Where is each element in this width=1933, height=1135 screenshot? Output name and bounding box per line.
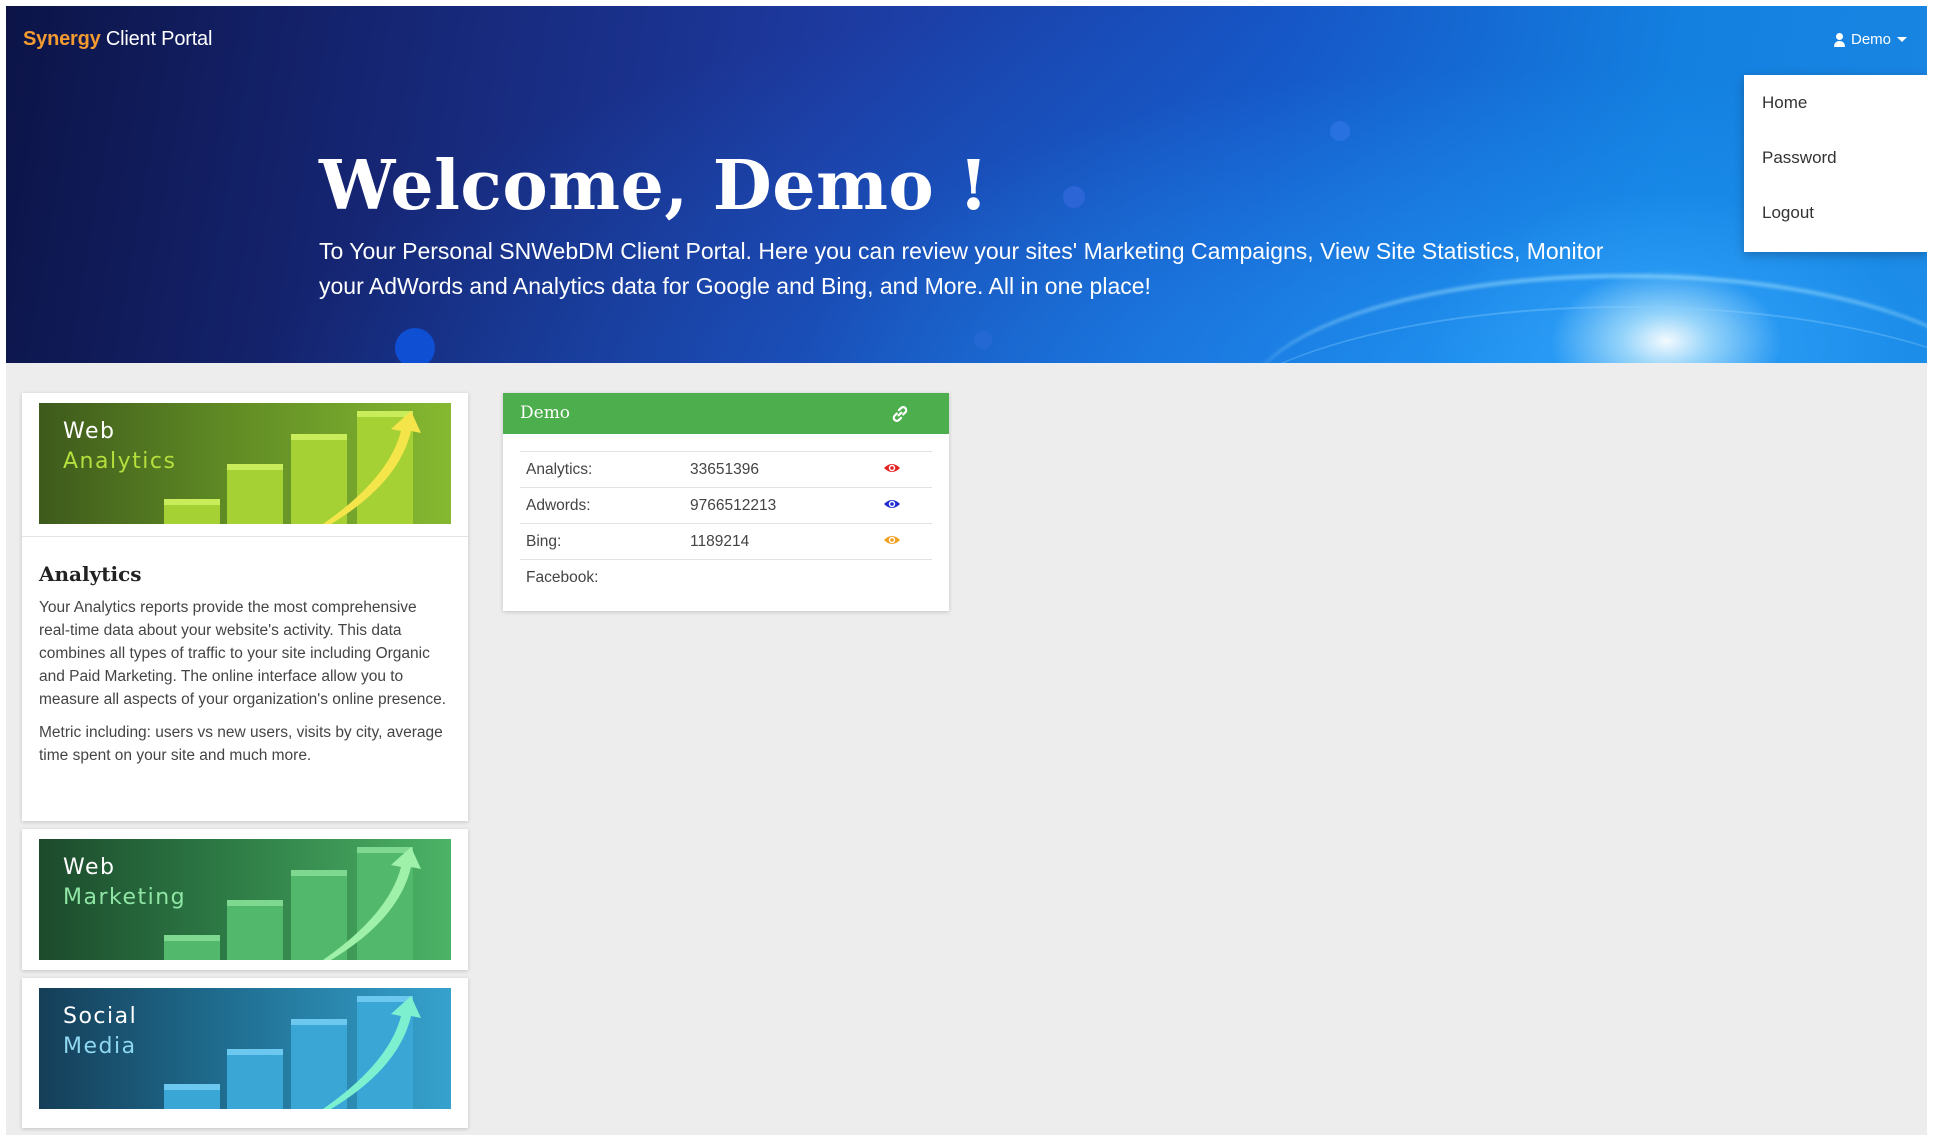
decorative-dot (974, 331, 992, 349)
web-marketing-banner[interactable]: Web Marketing (39, 839, 451, 960)
caret-down-icon (1897, 37, 1907, 42)
panel-header: Demo (503, 393, 949, 434)
user-dropdown-menu: Home Password Logout (1744, 75, 1927, 252)
banner-title: Web Analytics (63, 419, 177, 474)
link-icon[interactable] (889, 403, 911, 425)
eye-icon[interactable] (883, 533, 901, 547)
user-menu-toggle[interactable]: Demo (1833, 31, 1907, 48)
social-media-banner[interactable]: Social Media (39, 988, 451, 1109)
row-value: 33651396 (690, 461, 759, 478)
row-value: 1189214 (690, 533, 750, 550)
web-analytics-banner[interactable]: Web Analytics (39, 403, 451, 524)
banner-title: Social Media (63, 1004, 138, 1059)
row-label: Bing: (526, 533, 562, 550)
decorative-dot (1330, 121, 1350, 141)
account-ids-table: Analytics: 33651396 Adwords: 9766512213 (520, 451, 932, 595)
welcome-intro: To Your Personal SNWebDM Client Portal. … (319, 238, 1604, 299)
banner-title: Web Marketing (63, 855, 187, 910)
table-row: Facebook: (520, 559, 932, 595)
analytics-heading: Analytics (39, 562, 142, 586)
row-value: 9766512213 (690, 497, 777, 514)
eye-icon[interactable] (883, 461, 901, 475)
table-row: Adwords: 9766512213 (520, 487, 932, 523)
account-panel: Demo Analytics: 33651396 Adwords: 976651… (503, 393, 949, 611)
panel-title: Demo (520, 403, 571, 423)
social-media-card: Social Media (22, 978, 468, 1128)
decorative-dot (395, 328, 435, 363)
hero-banner: Synergy Client Portal Demo Welcome, Demo… (6, 6, 1927, 363)
eye-icon[interactable] (883, 497, 901, 511)
web-marketing-card: Web Marketing (22, 829, 468, 970)
menu-item-home[interactable]: Home (1744, 85, 1927, 140)
menu-item-logout[interactable]: Logout (1744, 195, 1927, 250)
user-icon (1833, 32, 1847, 47)
user-menu-label: Demo (1850, 31, 1891, 48)
brand-logo[interactable]: Synergy Client Portal (23, 28, 212, 51)
table-row: Bing: 1189214 (520, 523, 932, 559)
brand-name: Client Portal (105, 28, 213, 50)
menu-item-password[interactable]: Password (1744, 140, 1927, 195)
analytics-card-body: Analytics Your Analytics reports provide… (22, 536, 468, 821)
row-label: Analytics: (526, 461, 593, 478)
decorative-dot (1063, 186, 1085, 208)
analytics-metrics-text: Metric including: users vs new users, vi… (39, 724, 443, 764)
row-label: Adwords: (526, 497, 591, 514)
welcome-title: Welcome, Demo ! (319, 146, 989, 226)
analytics-description: Your Analytics reports provide the most … (39, 599, 447, 708)
brand-accent: Synergy (23, 28, 101, 50)
table-row: Analytics: 33651396 (520, 451, 932, 487)
page: Synergy Client Portal Demo Welcome, Demo… (6, 6, 1927, 1135)
analytics-card: Web Analytics Analytics Your Analytics r… (22, 393, 468, 821)
row-label: Facebook: (526, 569, 599, 586)
